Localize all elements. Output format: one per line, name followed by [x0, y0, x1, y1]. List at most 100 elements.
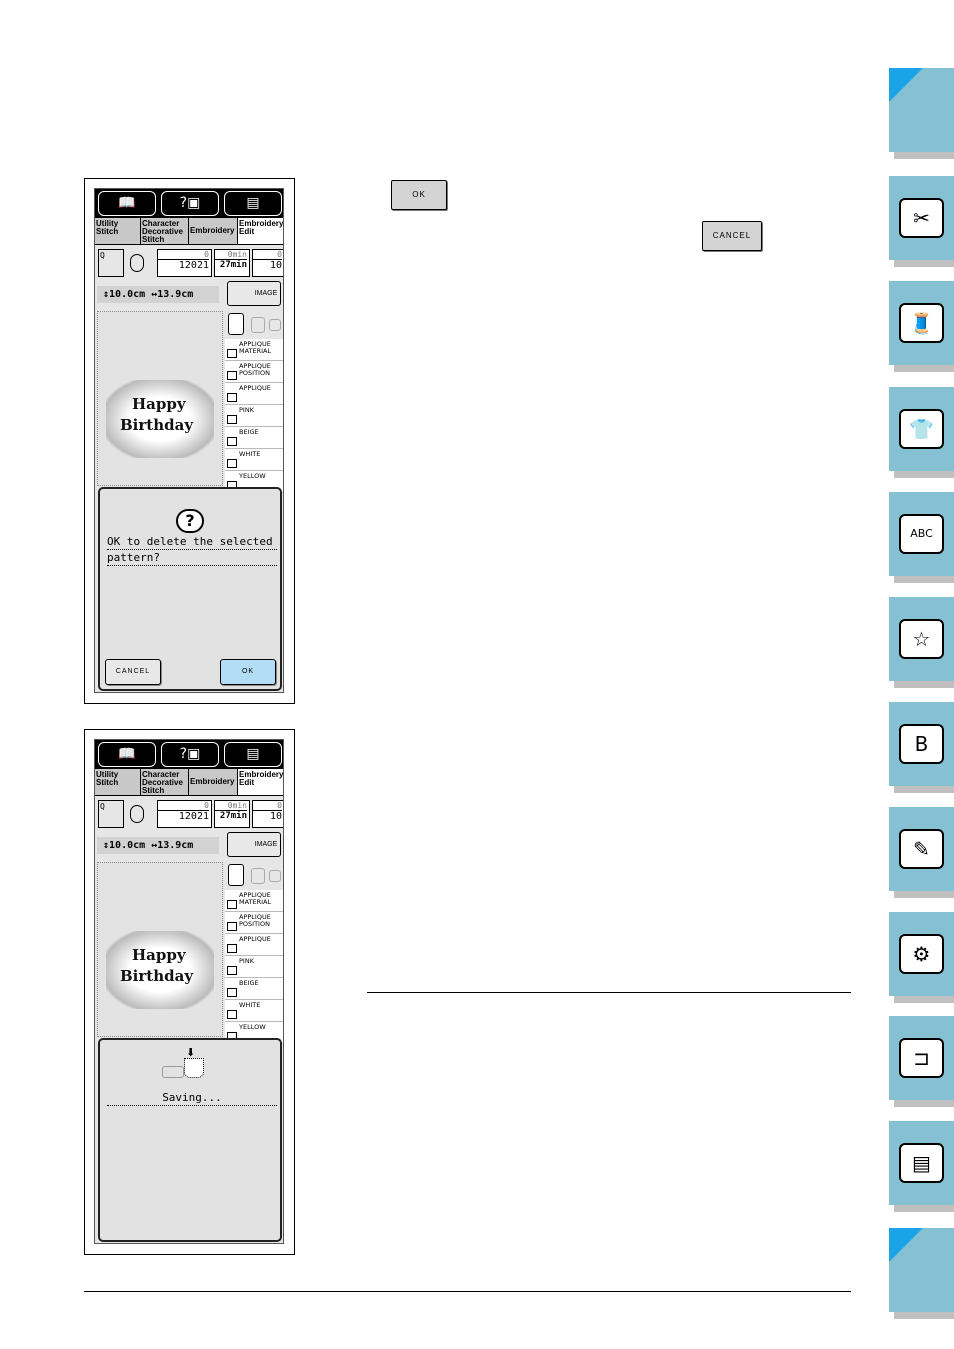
chapter-tab[interactable]: 👕 [889, 387, 954, 471]
tab-shadow [894, 365, 954, 372]
tab-utility-stitch[interactable]: Utility Stitch [95, 218, 141, 244]
chapter-tab[interactable] [889, 1228, 954, 1312]
thread-color-item[interactable]: BEIGE [225, 427, 283, 449]
abc-shirt-icon: ABC [899, 512, 944, 557]
spool-icon [227, 922, 237, 931]
thread-color-label: APPLIQUE POSITION [239, 913, 271, 928]
dialog-message-line1: Saving... [107, 1090, 277, 1106]
help-machine-icon[interactable]: ?▣ [161, 191, 219, 216]
chapter-tab[interactable] [889, 68, 954, 152]
thread-color-item[interactable]: APPLIQUE POSITION [225, 912, 283, 934]
help-machine-icon[interactable]: ?▣ [161, 742, 219, 767]
thread-color-item[interactable]: APPLIQUE [225, 383, 283, 405]
settings-document-icon[interactable]: ▤ [224, 191, 282, 216]
hoop-large-icon[interactable] [228, 864, 244, 886]
chapter-tab[interactable]: B [889, 702, 954, 786]
thread-color-item[interactable]: APPLIQUE MATERIAL [225, 890, 283, 912]
hoop-large-icon[interactable] [228, 313, 244, 335]
image-button[interactable]: IMAGE [227, 281, 281, 306]
cancel-button-illustration: CANCEL [702, 221, 762, 251]
tab-embroidery-edit[interactable]: Embroidery Edit [238, 769, 283, 795]
hoop-medium-icon[interactable] [251, 868, 265, 884]
spool-icon [227, 966, 237, 975]
pattern-width: 13.9cm [157, 289, 194, 300]
thread-color-list: APPLIQUE MATERIAL APPLIQUE POSITION APPLIQ… [225, 862, 283, 1044]
image-button[interactable]: IMAGE [227, 832, 281, 857]
edit-shirt-icon: ✎ [899, 827, 944, 872]
machine-settings-icon: ⚙ [899, 932, 944, 977]
thread-color-label: YELLOW [239, 1023, 266, 1031]
thread-color-item[interactable]: PINK [225, 956, 283, 978]
pattern-preview: Happy Birthday [97, 311, 223, 486]
spool-icon [227, 437, 237, 446]
presser-foot-frame-icon: Q [98, 800, 124, 828]
manual-icon[interactable]: 📖 [98, 742, 156, 767]
tab-shadow [894, 1100, 954, 1107]
pattern-size: ↕10.0cm ↔13.9cm [97, 837, 219, 854]
dialog: ? OK to delete the selected pattern? CAN… [98, 487, 282, 691]
hoop-small-icon[interactable] [269, 870, 281, 882]
monogram-shirt-icon: B [899, 722, 944, 767]
thread-color-label: APPLIQUE [239, 935, 271, 943]
thread-color-item[interactable]: WHITE [225, 1000, 283, 1022]
ok-button[interactable]: OK [220, 659, 276, 685]
cancel-button[interactable]: CANCEL [105, 659, 161, 685]
tab-character-decorative-stitch[interactable]: Character Decorative Stitch [141, 769, 189, 795]
chapter-tab[interactable]: ABC [889, 492, 954, 576]
spool-icon [227, 988, 237, 997]
pattern-height: 10.0cm [109, 289, 146, 300]
spool-icon [227, 459, 237, 468]
hoop-medium-icon[interactable] [251, 317, 265, 333]
ok-button-illustration: OK [391, 180, 447, 210]
top-bar: 📖 ?▣ ▤ [95, 740, 283, 769]
tab-shadow [894, 996, 954, 1003]
lcd-screen: 📖 ?▣ ▤ Utility Stitch Character Decorati… [94, 739, 284, 1244]
thread-color-item[interactable]: BEIGE [225, 978, 283, 1000]
time-counter: 0min 27min [214, 249, 250, 277]
thread-color-item[interactable]: APPLIQUE POSITION [225, 361, 283, 383]
stitch-counter: 0 12021 [157, 249, 212, 277]
chapter-tab[interactable]: ⊐ [889, 1016, 954, 1100]
tab-shadow [894, 891, 954, 898]
thread-color-list: APPLIQUE MATERIAL APPLIQUE POSITION APPLIQ… [225, 311, 283, 493]
tab-utility-stitch[interactable]: Utility Stitch [95, 769, 141, 795]
pattern-preview: Happy Birthday [97, 862, 223, 1037]
embroidery-frame-icon: ☆ [899, 617, 944, 662]
presser-foot-frame-icon: Q [98, 249, 124, 277]
chapter-tab[interactable]: 🧵 [889, 281, 954, 365]
dialog-message-line1: OK to delete the selected [107, 534, 277, 550]
pattern-text-line1: Happy [132, 946, 186, 964]
dialog: ⬇ Saving... [98, 1038, 282, 1242]
settings-document-icon[interactable]: ▤ [224, 742, 282, 767]
spool-icon [227, 1010, 237, 1019]
pattern-height: 10.0cm [109, 840, 146, 851]
bobbin-icon [130, 805, 144, 823]
chapter-tab[interactable]: ⚙ [889, 912, 954, 996]
spool-icon [227, 900, 237, 909]
thread-color-label: APPLIQUE POSITION [239, 362, 271, 377]
tab-embroidery-edit[interactable]: Embroidery Edit [238, 218, 283, 244]
chapter-tab[interactable]: ✎ [889, 807, 954, 891]
chapter-tab[interactable]: ▤ [889, 1121, 954, 1205]
tab-character-decorative-stitch[interactable]: Character Decorative Stitch [141, 218, 189, 244]
thread-color-label: BEIGE [239, 428, 259, 436]
chapter-tab[interactable]: ☆ [889, 597, 954, 681]
thread-color-label: APPLIQUE MATERIAL [239, 891, 272, 906]
question-icon: ? [176, 509, 204, 533]
tab-embroidery[interactable]: Embroidery [189, 218, 238, 244]
thread-color-item[interactable]: APPLIQUE MATERIAL [225, 339, 283, 361]
color-counter: 0 10 [252, 800, 283, 828]
chapter-tab[interactable]: ✂ [889, 176, 954, 260]
pattern-text-line2: Birthday [120, 416, 194, 434]
thread-color-label: PINK [239, 406, 254, 414]
tab-shadow [894, 471, 954, 478]
thread-color-item[interactable]: PINK [225, 405, 283, 427]
saving-pocket-icon: ⬇ [162, 1046, 212, 1082]
thread-color-item[interactable]: WHITE [225, 449, 283, 471]
thread-color-item[interactable]: APPLIQUE [225, 934, 283, 956]
manual-icon[interactable]: 📖 [98, 191, 156, 216]
tab-embroidery[interactable]: Embroidery [189, 769, 238, 795]
hoop-small-icon[interactable] [269, 319, 281, 331]
color-counter: 0 10 [252, 249, 283, 277]
document-pages-icon: ▤ [899, 1141, 944, 1186]
